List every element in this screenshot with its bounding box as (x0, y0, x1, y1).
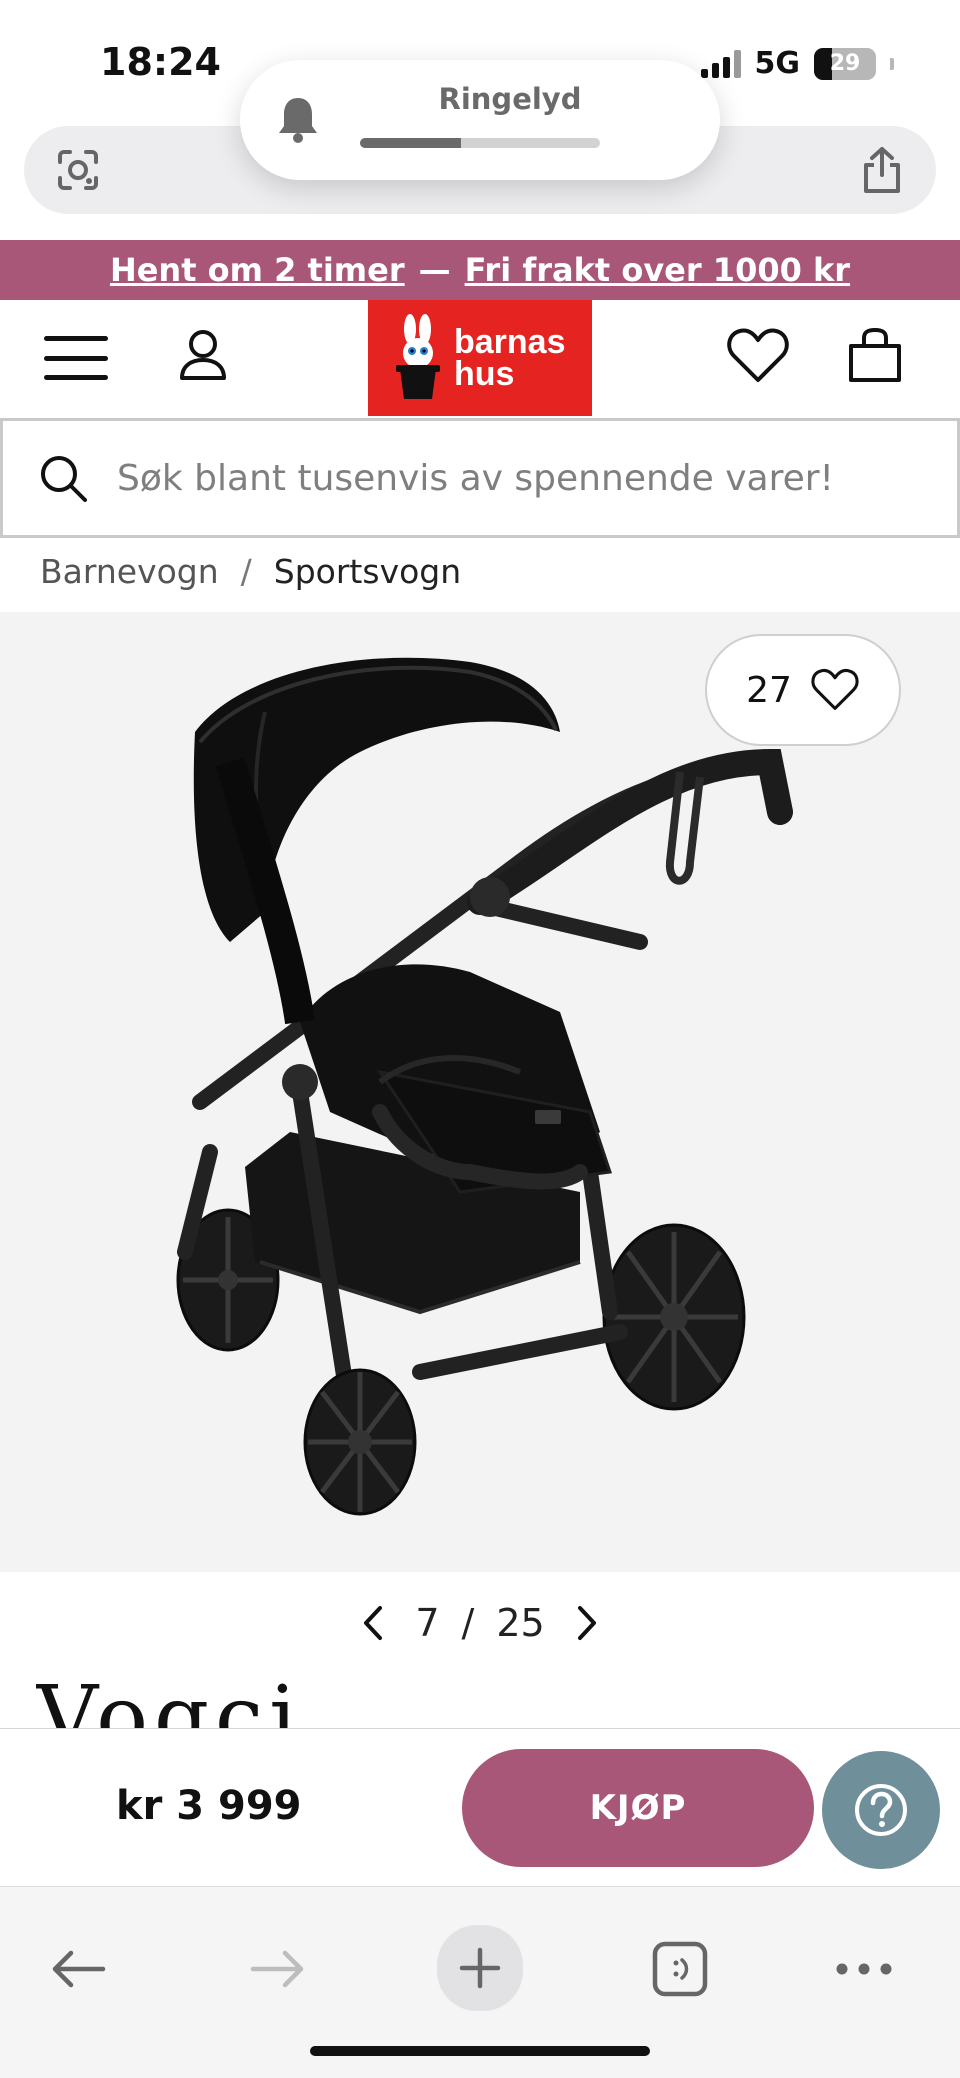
free-shipping-link[interactable]: Fri frakt over 1000 kr (465, 251, 850, 289)
ringer-level-fill (360, 138, 461, 148)
menu-icon[interactable] (44, 332, 108, 384)
breadcrumb-item-sportsvogn[interactable]: Sportsvogn (274, 552, 461, 591)
favorite-count: 27 (746, 669, 792, 711)
battery-tip (890, 57, 894, 70)
signal-icon (700, 49, 741, 78)
search-input[interactable] (117, 457, 957, 499)
ringer-label: Ringelyd (438, 82, 582, 116)
search-bar (0, 418, 960, 538)
status-indicators: 5G 29 (700, 46, 894, 81)
bunny-hat-icon (396, 314, 440, 399)
back-arrow-icon[interactable] (38, 1929, 118, 2009)
search-icon[interactable] (37, 452, 89, 504)
pager-separator: / (461, 1601, 475, 1645)
pickup-link[interactable]: Hent om 2 timer (110, 251, 405, 289)
promo-separator: — (418, 251, 451, 289)
shopping-bag-icon[interactable] (846, 326, 904, 390)
camera-search-icon[interactable] (54, 146, 102, 194)
ringer-level-bar (360, 138, 600, 148)
bell-icon (276, 94, 320, 148)
network-label: 5G (754, 46, 801, 81)
brand-name: Vogci (36, 1668, 303, 1728)
image-pager: 7 / 25 (0, 1588, 960, 1658)
site-logo[interactable]: barnas hus (368, 300, 592, 416)
prev-image-chevron-left-icon[interactable] (353, 1603, 393, 1643)
pager-total: 25 (496, 1601, 545, 1645)
breadcrumb-item-barnevogn[interactable]: Barnevogn (40, 552, 219, 591)
product-image-gallery[interactable]: 27 (0, 612, 960, 1572)
promo-banner: Hent om 2 timer — Fri frakt over 1000 kr (0, 240, 960, 300)
help-question-icon[interactable] (822, 1751, 940, 1869)
account-icon[interactable] (172, 326, 234, 392)
product-price: kr 3 999 (116, 1783, 302, 1829)
share-icon[interactable] (858, 144, 906, 196)
buy-button[interactable]: KJØP (462, 1749, 814, 1867)
status-time: 18:24 (100, 40, 221, 84)
pager-current: 7 (415, 1601, 440, 1645)
battery-percent: 29 (829, 50, 861, 76)
logo-line2: hus (454, 355, 515, 393)
product-image-stroller (176, 657, 793, 1516)
new-tab-plus-icon[interactable] (437, 1925, 523, 2011)
heart-icon (811, 668, 859, 710)
breadcrumb: Barnevogn / Sportsvogn (40, 548, 461, 594)
site-header: barnas hus (0, 300, 960, 416)
logo-line1: barnas (454, 323, 566, 361)
favorite-count-button[interactable]: 27 (705, 634, 901, 746)
next-image-chevron-right-icon[interactable] (567, 1603, 607, 1643)
breadcrumb-separator: / (240, 551, 252, 591)
battery-icon: 29 (814, 47, 876, 80)
brand-logo[interactable]: Vogci (36, 1668, 436, 1728)
wishlist-heart-icon[interactable] (726, 326, 790, 390)
more-options-icon[interactable] (824, 1929, 904, 2009)
sticky-buy-bar: kr 3 999 KJØP (0, 1728, 960, 1886)
forward-arrow-icon[interactable] (238, 1929, 318, 2009)
tab-switcher-icon[interactable] (640, 1929, 720, 2009)
logo-text: barnas hus (454, 323, 566, 393)
ringer-volume-overlay: Ringelyd (240, 60, 720, 180)
home-indicator (310, 2046, 650, 2056)
